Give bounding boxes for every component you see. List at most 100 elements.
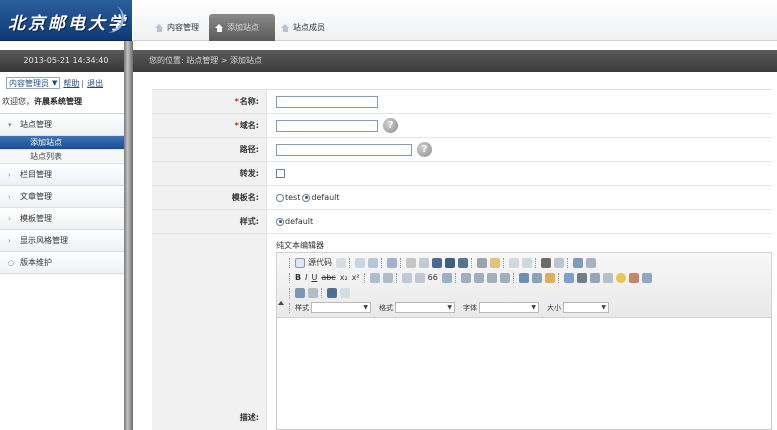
select-all-icon[interactable] xyxy=(573,257,583,268)
style-combo[interactable]: ▼ xyxy=(311,302,371,313)
spellcheck-icon[interactable] xyxy=(490,257,500,268)
numbered-list-icon[interactable] xyxy=(369,272,380,283)
module-select[interactable]: 内容管理员 ▼ xyxy=(6,77,61,89)
required-mark: * xyxy=(234,121,239,130)
maximize-icon[interactable] xyxy=(295,287,305,298)
source-button[interactable]: 源代码 xyxy=(308,257,332,268)
bulleted-list-icon[interactable] xyxy=(382,272,393,283)
template-option-default[interactable]: default xyxy=(302,193,340,202)
module-select-value: 内容管理员 xyxy=(9,78,49,88)
template-option-test[interactable]: test xyxy=(276,193,300,202)
print-icon[interactable] xyxy=(477,257,487,268)
replace-icon[interactable] xyxy=(554,257,564,268)
preview-icon[interactable] xyxy=(368,257,378,268)
font-combo[interactable]: ▼ xyxy=(479,302,539,313)
help-icon[interactable]: ? xyxy=(383,118,398,133)
copy-icon[interactable] xyxy=(419,257,429,268)
outdent-icon[interactable] xyxy=(401,272,412,283)
logout-link[interactable]: 退出 xyxy=(87,78,103,89)
tab-content-management[interactable]: 内容管理 xyxy=(155,18,199,38)
combo-format-label: 格式 xyxy=(379,303,393,312)
align-center-icon[interactable] xyxy=(473,272,484,283)
page-break-icon[interactable] xyxy=(641,272,652,283)
style-radio-group: default xyxy=(276,217,315,226)
format-combo[interactable]: ▼ xyxy=(395,302,455,313)
name-label: * 名称: xyxy=(152,90,267,113)
paste-word-icon[interactable] xyxy=(458,257,468,268)
form-row-template: 模板名: test default xyxy=(152,186,772,210)
editor-content-area[interactable] xyxy=(276,318,772,430)
text-color-icon[interactable] xyxy=(327,287,337,298)
sidebar-item-template-management[interactable]: › 模板管理 xyxy=(0,208,132,230)
smiley-icon[interactable] xyxy=(615,272,626,283)
editor-title: 纯文本编辑器 xyxy=(276,241,324,250)
form-row-publish: 转发: xyxy=(152,162,772,186)
save-icon[interactable] xyxy=(336,257,346,268)
undo-icon[interactable] xyxy=(509,257,519,268)
sidebar-item-column-management[interactable]: › 栏目管理 xyxy=(0,164,132,186)
form-row-name: * 名称: xyxy=(152,90,772,114)
table-icon[interactable] xyxy=(589,272,600,283)
collapsed-arrow-icon: › xyxy=(8,170,11,179)
find-icon[interactable] xyxy=(541,257,551,268)
subscript-icon[interactable]: x₂ xyxy=(340,273,348,282)
sidebar-item-style-management[interactable]: › 显示风格管理 xyxy=(0,230,132,252)
toolbar-separator xyxy=(512,272,515,283)
redo-icon[interactable] xyxy=(522,257,532,268)
unlink-icon[interactable] xyxy=(531,272,542,283)
align-right-icon[interactable] xyxy=(486,272,497,283)
toolbar-separator xyxy=(400,257,402,268)
bg-color-icon[interactable] xyxy=(340,287,350,298)
help-icon[interactable]: ? xyxy=(417,142,432,157)
remove-format-icon[interactable] xyxy=(586,257,596,268)
domain-input[interactable] xyxy=(276,119,378,132)
help-link[interactable]: 帮助 xyxy=(63,78,79,89)
strikethrough-icon[interactable]: abc xyxy=(321,273,335,282)
paste-text-icon[interactable] xyxy=(445,257,455,268)
sidebar-subitem-add-site[interactable]: 添加站点 xyxy=(0,136,132,150)
tab-site-members[interactable]: 站点成员 xyxy=(281,18,325,38)
rich-text-editor: 纯文本编辑器 源代码 B I U abc x₂ x² 66 样式 ▼ 格式 ▼ … xyxy=(276,241,772,430)
image-icon[interactable] xyxy=(563,272,574,283)
special-char-icon[interactable] xyxy=(628,272,639,283)
tab-add-site[interactable]: 添加站点 xyxy=(209,14,275,41)
sidebar-item-article-management[interactable]: › 文章管理 xyxy=(0,186,132,208)
toolbar-separator xyxy=(321,287,323,298)
superscript-icon[interactable]: x² xyxy=(352,273,360,282)
sidebar-item-label: 站点管理 xyxy=(20,119,52,129)
radio-button-checked[interactable] xyxy=(302,193,311,202)
chevron-down-icon: ▼ xyxy=(601,304,606,311)
sidebar-splitter[interactable] xyxy=(124,41,133,430)
radio-button-checked[interactable] xyxy=(276,217,284,226)
radio-button[interactable] xyxy=(276,193,284,202)
bold-icon[interactable]: B xyxy=(295,273,301,282)
combo-font-label: 字体 xyxy=(463,303,477,312)
div-container-icon[interactable] xyxy=(441,272,452,283)
anchor-icon[interactable] xyxy=(544,272,555,283)
source-icon[interactable] xyxy=(295,257,305,268)
show-blocks-icon[interactable] xyxy=(308,287,318,298)
horizontal-rule-icon[interactable] xyxy=(602,272,613,283)
path-input[interactable] xyxy=(276,143,412,156)
blockquote-icon[interactable]: 66 xyxy=(428,273,438,282)
style-option-default[interactable]: default xyxy=(276,217,313,226)
link-icon[interactable] xyxy=(518,272,529,283)
template-icon[interactable] xyxy=(387,257,397,268)
collapse-toolbar-icon[interactable] xyxy=(278,301,284,305)
indent-icon[interactable] xyxy=(414,272,425,283)
sidebar-item-site-management[interactable]: ▾ 站点管理 xyxy=(0,114,132,136)
form-row-domain: * 域名: ? xyxy=(152,114,772,138)
align-left-icon[interactable] xyxy=(460,272,471,283)
underline-icon[interactable]: U xyxy=(311,273,317,282)
cut-icon[interactable] xyxy=(406,257,416,268)
size-combo[interactable]: ▼ xyxy=(563,302,609,313)
flash-icon[interactable] xyxy=(576,272,587,283)
name-input[interactable] xyxy=(276,95,378,108)
align-justify-icon[interactable] xyxy=(499,272,510,283)
publish-checkbox[interactable] xyxy=(276,169,285,178)
sidebar-item-version-maintenance[interactable]: ○ 版本维护 xyxy=(0,252,132,274)
italic-icon[interactable]: I xyxy=(305,273,307,282)
sidebar-subitem-site-list[interactable]: 站点列表 xyxy=(0,150,132,164)
new-page-icon[interactable] xyxy=(355,257,365,268)
paste-icon[interactable] xyxy=(432,257,442,268)
